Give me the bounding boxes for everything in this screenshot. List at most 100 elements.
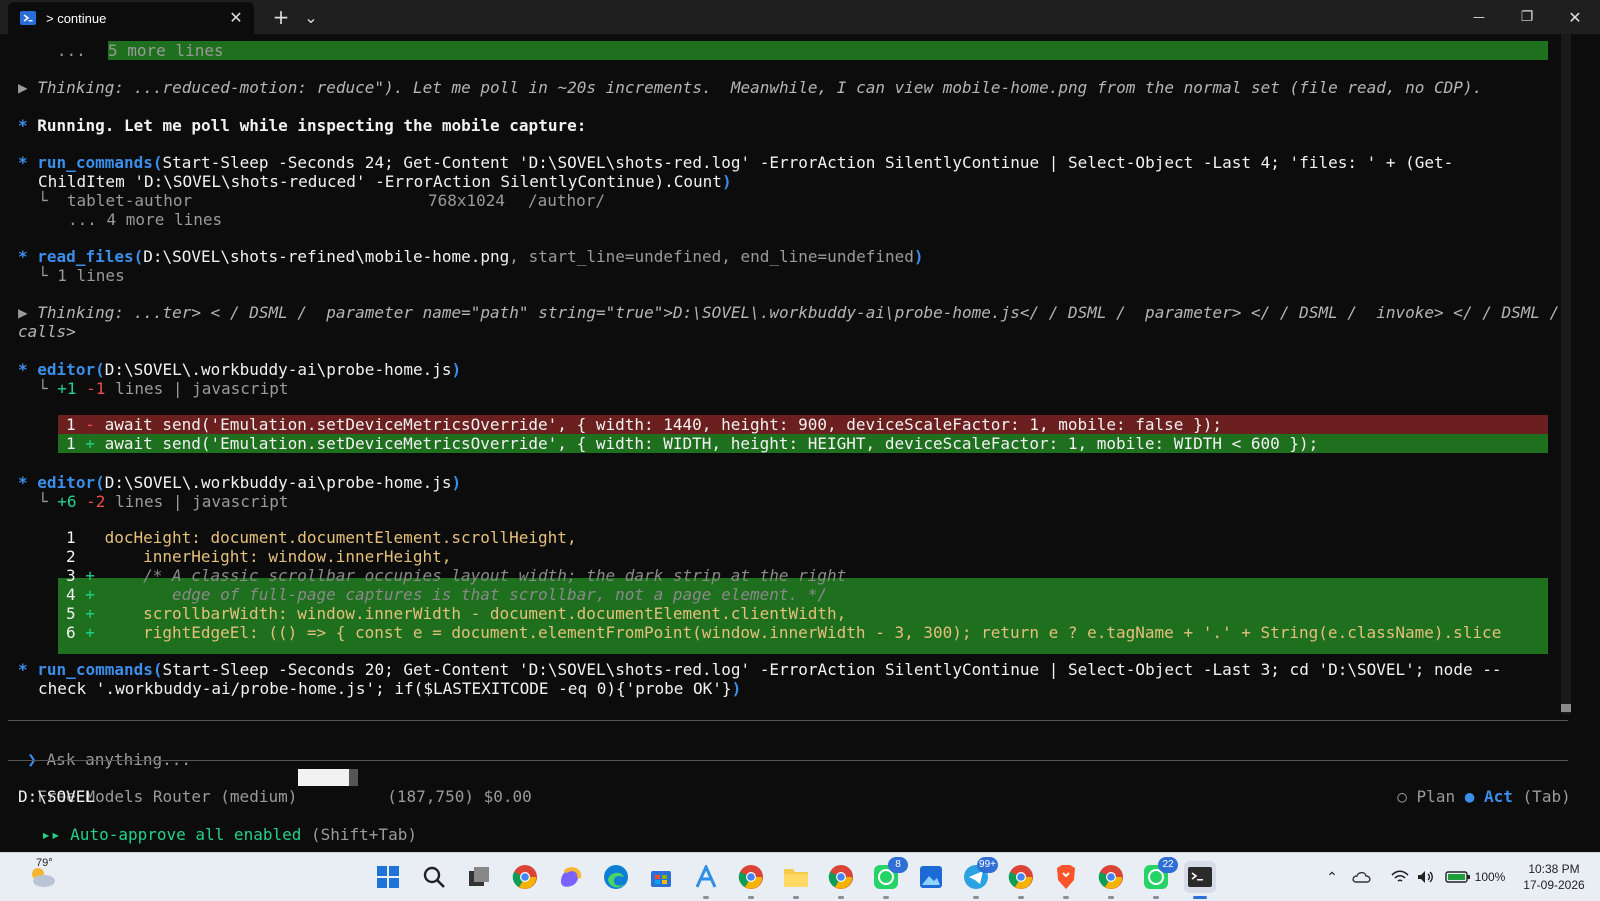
tab-close-icon[interactable]: ✕ bbox=[224, 8, 248, 28]
edit-summary-2: └ +6 -2 lines | javascript bbox=[38, 492, 289, 511]
tool-call-run-commands-2: * run_commands(Start-Sleep -Seconds 20; … bbox=[18, 660, 1502, 679]
active-indicator bbox=[1193, 896, 1207, 899]
tab-title: > continue bbox=[46, 10, 107, 26]
folder-icon bbox=[784, 869, 808, 887]
taskbar-chrome-profile-2[interactable] bbox=[825, 861, 857, 899]
chrome-icon bbox=[1008, 865, 1033, 889]
wifi-icon[interactable] bbox=[1388, 853, 1412, 901]
taskbar-file-explorer[interactable] bbox=[780, 861, 812, 899]
tool-call-run-commands-1: * run_commands(Start-Sleep -Seconds 24; … bbox=[18, 153, 1454, 172]
terminal-output: ... 5 more lines ▶ Thinking: ...reduced-… bbox=[0, 34, 1560, 714]
weather-widget[interactable]: 79° bbox=[16, 853, 68, 901]
edit-summary-1: └ +1 -1 lines | javascript bbox=[38, 379, 289, 398]
token-count: (187,750) bbox=[387, 787, 474, 806]
auto-approve-icon: ▸▸ bbox=[41, 825, 61, 844]
running-indicator bbox=[1063, 896, 1069, 899]
diff-line-deleted: 1 - await send('Emulation.setDeviceMetri… bbox=[66, 415, 1222, 434]
battery-indicator[interactable]: 100% bbox=[1440, 853, 1510, 901]
taskbar-copilot[interactable] bbox=[554, 861, 586, 893]
task-view-icon bbox=[469, 867, 489, 886]
maximize-button[interactable]: ❐ bbox=[1504, 0, 1550, 34]
running-indicator bbox=[1018, 896, 1024, 899]
close-button[interactable]: ✕ bbox=[1552, 0, 1598, 34]
tab-dropdown-button[interactable]: ⌄ bbox=[298, 0, 324, 34]
taskbar-chrome-profile-1[interactable] bbox=[735, 861, 767, 899]
volume-icon[interactable] bbox=[1414, 853, 1438, 901]
title-bar: > continue ✕ + ⌄ — ❐ ✕ bbox=[0, 0, 1600, 34]
code-line: 3 + /* A classic scrollbar occupies layo… bbox=[66, 566, 847, 585]
thinking-block-2-cont: calls> bbox=[18, 322, 76, 341]
mode-hint: (Tab) bbox=[1522, 787, 1571, 806]
running-indicator bbox=[1153, 896, 1159, 899]
show-hidden-icons-button[interactable]: ⌃ bbox=[1320, 853, 1344, 901]
prompt-input[interactable]: ❯ Ask anything... bbox=[8, 731, 191, 769]
context-usage-bar bbox=[298, 769, 358, 786]
divider bbox=[8, 760, 1568, 761]
search-button[interactable] bbox=[418, 861, 450, 893]
taskbar-telegram[interactable]: 99+ bbox=[960, 857, 998, 899]
taskbar-app-a[interactable] bbox=[690, 861, 722, 899]
tool-output-more[interactable]: ... 4 more lines bbox=[68, 210, 222, 229]
tool-call-args-continued: ChildItem 'D:\SOVEL\shots-reduced' -Erro… bbox=[38, 172, 732, 191]
search-icon bbox=[423, 866, 445, 888]
taskbar-chrome-profile-3[interactable] bbox=[1005, 861, 1037, 899]
working-directory: D:\SOVEL bbox=[18, 787, 96, 806]
plan-radio-icon: ○ bbox=[1397, 787, 1407, 806]
copilot-icon bbox=[561, 867, 582, 887]
tool-call-editor-2: * editor(D:\SOVEL\.workbuddy-ai\probe-ho… bbox=[18, 473, 462, 492]
tool-output-line: └ tablet-author 768x1024/author/ bbox=[38, 191, 606, 210]
notification-badge: 8 bbox=[888, 857, 908, 873]
taskbar-chrome-profile-4[interactable] bbox=[1095, 861, 1127, 899]
terminal-scrollbar[interactable] bbox=[1561, 34, 1571, 714]
taskbar-terminal-active[interactable] bbox=[1184, 861, 1216, 899]
chrome-icon bbox=[1098, 865, 1123, 889]
plan-mode-label[interactable]: Plan bbox=[1417, 787, 1456, 806]
clock-date: 17-09-2026 bbox=[1523, 878, 1585, 892]
notification-badge: 22 bbox=[1158, 857, 1178, 873]
taskbar-chrome[interactable] bbox=[509, 861, 541, 893]
scrollbar-thumb[interactable] bbox=[1561, 704, 1571, 712]
running-indicator bbox=[748, 896, 754, 899]
tool-call-editor-1: * editor(D:\SOVEL\.workbuddy-ai\probe-ho… bbox=[18, 360, 462, 379]
act-radio-icon: ● bbox=[1464, 787, 1475, 806]
context-usage-fill bbox=[298, 769, 349, 786]
tool-call-args-continued: check '.workbuddy-ai/probe-home.js'; if(… bbox=[38, 679, 742, 698]
mode-switch[interactable]: ○ Plan ● Act (Tab) bbox=[1378, 768, 1570, 806]
cost: $0.00 bbox=[483, 787, 532, 806]
divider bbox=[8, 720, 1568, 721]
code-line: 4 + edge of full-page captures is that s… bbox=[66, 585, 828, 604]
onedrive-icon[interactable] bbox=[1350, 853, 1374, 901]
collapsed-lines[interactable]: ... 5 more lines bbox=[28, 41, 224, 60]
expand-triangle-icon: ▶ bbox=[18, 78, 28, 97]
task-view-button[interactable] bbox=[463, 861, 495, 893]
store-icon bbox=[651, 871, 671, 887]
taskbar-whatsapp-1[interactable]: 8 bbox=[870, 857, 908, 899]
clock-time: 10:38 PM bbox=[1528, 862, 1580, 876]
taskbar-whatsapp-2[interactable]: 22 bbox=[1140, 857, 1178, 899]
brave-icon bbox=[1057, 865, 1075, 889]
token-cost: (187,750) $0.00 bbox=[368, 768, 532, 806]
running-indicator bbox=[703, 896, 709, 899]
taskbar-brave[interactable] bbox=[1050, 861, 1082, 899]
new-tab-button[interactable]: + bbox=[266, 0, 296, 34]
tab-continue[interactable]: > continue ✕ bbox=[8, 2, 254, 34]
act-mode-label[interactable]: Act bbox=[1484, 787, 1513, 806]
taskbar-store[interactable] bbox=[645, 861, 677, 893]
auto-approve-status: ▸▸ Auto-approve all enabled (Shift+Tab) bbox=[41, 825, 417, 844]
minimize-button[interactable]: — bbox=[1456, 0, 1502, 34]
taskbar-edge[interactable] bbox=[600, 861, 632, 893]
model-status: Free Models Router (medium) bbox=[18, 768, 297, 806]
edge-icon bbox=[604, 865, 628, 889]
code-line: 5 + scrollbarWidth: window.innerWidth - … bbox=[66, 604, 847, 623]
diff-line-added: 1 + await send('Emulation.setDeviceMetri… bbox=[66, 434, 1319, 453]
powershell-icon bbox=[20, 11, 36, 25]
battery-icon bbox=[1444, 871, 1470, 883]
thinking-block-1[interactable]: ▶ Thinking: ...reduced-motion: reduce").… bbox=[18, 78, 1482, 97]
chevron-up-icon: ⌃ bbox=[1326, 868, 1338, 885]
taskbar-photos[interactable] bbox=[915, 861, 947, 893]
chrome-icon bbox=[738, 865, 763, 889]
start-button[interactable] bbox=[372, 861, 404, 893]
thinking-block-2[interactable]: ▶ Thinking: ...ter> < / DSML / parameter… bbox=[18, 303, 1559, 322]
tool-call-read-files: * read_files(D:\SOVEL\shots-refined\mobi… bbox=[18, 247, 924, 266]
clock[interactable]: 10:38 PM 17-09-2026 bbox=[1514, 853, 1594, 901]
